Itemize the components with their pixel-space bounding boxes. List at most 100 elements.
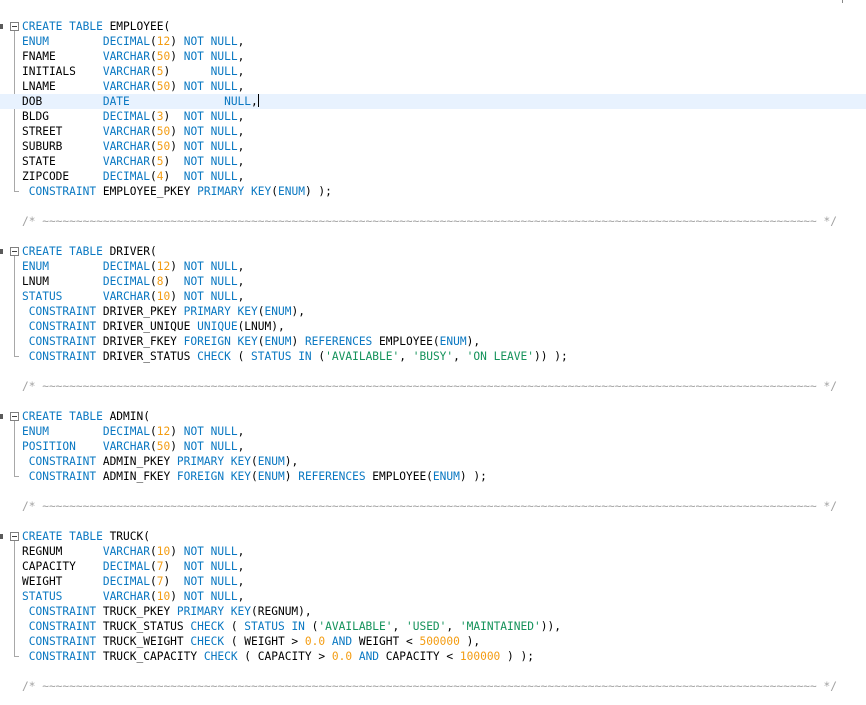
code-token: NOT NULL (183, 125, 238, 138)
code-token: ( (251, 455, 258, 468)
code-line[interactable]: STATUS VARCHAR(10) NOT NULL, (22, 589, 244, 604)
code-token: NULL (224, 95, 252, 108)
code-token: ) (163, 575, 184, 588)
code-line[interactable]: /* ~~~~~~~~~~~~~~~~~~~~~~~~~~~~~~~~~~~~~… (22, 679, 837, 694)
code-line[interactable]: ENUM DECIMAL(12) NOT NULL, (22, 34, 244, 49)
code-line[interactable]: WEIGHT DECIMAL(7) NOT NULL, (22, 574, 244, 589)
code-token: , (237, 560, 245, 573)
code-token: ( (149, 125, 157, 138)
code-token: ) (170, 260, 184, 273)
code-token: CAPACITY (22, 560, 103, 573)
code-token: ) (170, 140, 184, 153)
code-token: 10 (156, 290, 171, 303)
code-token: STREET (22, 125, 103, 138)
code-line[interactable]: STATUS VARCHAR(10) NOT NULL, (22, 289, 244, 304)
code-token: , (237, 575, 245, 588)
code-line[interactable]: CONSTRAINT TRUCK_CAPACITY CHECK ( CAPACI… (22, 649, 534, 664)
code-line[interactable]: CONSTRAINT ADMIN_PKEY PRIMARY KEY(ENUM), (22, 454, 298, 469)
code-token: ( (304, 620, 319, 633)
code-token: ENUM (22, 425, 103, 438)
code-line[interactable]: SUBURB VARCHAR(50) NOT NULL, (22, 139, 244, 154)
code-line[interactable]: DOB DATE NULL, (0, 94, 866, 109)
code-token: NOT NULL (183, 170, 238, 183)
code-line[interactable]: CREATE TABLE EMPLOYEE( (22, 19, 170, 34)
code-line[interactable]: CAPACITY DECIMAL(7) NOT NULL, (22, 559, 244, 574)
code-line[interactable]: CONSTRAINT DRIVER_PKEY PRIMARY KEY(ENUM)… (22, 304, 305, 319)
code-line[interactable]: BLDG DECIMAL(3) NOT NULL, (22, 109, 244, 124)
code-token: , (251, 95, 258, 108)
code-line[interactable]: CONSTRAINT DRIVER_STATUS CHECK ( STATUS … (22, 349, 568, 364)
code-token: DECIMAL (102, 35, 150, 48)
code-line[interactable]: STREET VARCHAR(50) NOT NULL, (22, 124, 244, 139)
code-token: AND (358, 650, 380, 663)
code-line[interactable]: CONSTRAINT ADMIN_FKEY FOREIGN KEY(ENUM) … (22, 469, 487, 484)
code-token: ) (163, 275, 184, 288)
code-line[interactable]: /* ~~~~~~~~~~~~~~~~~~~~~~~~~~~~~~~~~~~~~… (22, 214, 837, 229)
code-token: ) (163, 155, 184, 168)
code-token: 0.0 (331, 650, 353, 663)
collapse-toggle-icon[interactable] (10, 412, 19, 421)
code-line[interactable]: CREATE TABLE DRIVER( (22, 244, 157, 259)
code-token: NOT NULL (183, 560, 238, 573)
code-line[interactable]: CONSTRAINT TRUCK_STATUS CHECK ( STATUS I… (22, 619, 561, 634)
scrollbar-mark (842, 0, 843, 3)
code-line[interactable]: CONSTRAINT TRUCK_WEIGHT CHECK ( WEIGHT >… (22, 634, 480, 649)
code-line[interactable]: ENUM DECIMAL(12) NOT NULL, (22, 259, 244, 274)
code-line[interactable]: POSITION VARCHAR(50) NOT NULL, (22, 439, 244, 454)
code-token: VARCHAR (102, 65, 150, 78)
fold-end (14, 356, 19, 357)
code-line[interactable]: CREATE TABLE TRUCK( (22, 529, 150, 544)
code-line[interactable]: /* ~~~~~~~~~~~~~~~~~~~~~~~~~~~~~~~~~~~~~… (22, 379, 837, 394)
code-token: ) (170, 545, 184, 558)
code-line[interactable]: INITIALS VARCHAR(5) NULL, (22, 64, 244, 79)
code-token: 0.0 (304, 635, 326, 648)
code-token: , (453, 350, 467, 363)
code-token: 50 (156, 125, 171, 138)
code-token: 'ON LEAVE' (466, 350, 534, 363)
code-token: ( (149, 290, 157, 303)
collapse-toggle-icon[interactable] (10, 532, 19, 541)
code-token: , (237, 290, 245, 303)
code-token: ( (257, 305, 265, 318)
code-line[interactable]: CONSTRAINT TRUCK_PKEY PRIMARY KEY(REGNUM… (22, 604, 312, 619)
code-token: PRIMARY KEY (183, 305, 258, 318)
code-token: DECIMAL (102, 260, 150, 273)
code-token: STATUS (22, 290, 103, 303)
code-line[interactable]: FNAME VARCHAR(50) NOT NULL, (22, 49, 244, 64)
code-token: CHECK (203, 650, 238, 663)
code-line[interactable]: ENUM DECIMAL(12) NOT NULL, (22, 424, 244, 439)
code-line[interactable]: ZIPCODE DECIMAL(4) NOT NULL, (22, 169, 244, 184)
code-token: ) (170, 590, 184, 603)
code-token: TRUCK_CAPACITY (96, 650, 204, 663)
code-token: POSITION (22, 440, 103, 453)
code-line[interactable]: REGNUM VARCHAR(10) NOT NULL, (22, 544, 244, 559)
code-token: CREATE TABLE (22, 410, 103, 423)
code-line[interactable]: STATE VARCHAR(5) NOT NULL, (22, 154, 244, 169)
code-line[interactable]: /* ~~~~~~~~~~~~~~~~~~~~~~~~~~~~~~~~~~~~~… (22, 499, 837, 514)
code-line[interactable]: LNUM DECIMAL(8) NOT NULL, (22, 274, 244, 289)
code-token: NOT NULL (183, 155, 238, 168)
code-line[interactable]: CONSTRAINT DRIVER_UNIQUE UNIQUE(LNUM), (22, 319, 285, 334)
code-token: TRUCK_STATUS (96, 620, 191, 633)
code-token: ), (466, 335, 481, 348)
code-token: ENUM (257, 455, 285, 468)
code-line[interactable]: CONSTRAINT DRIVER_FKEY FOREIGN KEY(ENUM)… (22, 334, 480, 349)
code-line[interactable]: CONSTRAINT EMPLOYEE_PKEY PRIMARY KEY(ENU… (22, 184, 332, 199)
code-token: 50 (156, 140, 171, 153)
code-token: TRUCK_PKEY (96, 605, 177, 618)
collapse-toggle-icon[interactable] (10, 247, 19, 256)
code-token: ENUM (257, 470, 285, 483)
code-line[interactable]: CREATE TABLE ADMIN( (22, 409, 150, 424)
code-token: ) ); (500, 650, 534, 663)
code-token: , (237, 440, 245, 453)
code-token: 12 (156, 260, 171, 273)
code-line[interactable]: LNAME VARCHAR(50) NOT NULL, (22, 79, 244, 94)
code-token: , (237, 260, 245, 273)
collapse-toggle-icon[interactable] (10, 22, 19, 31)
code-token: FOREIGN KEY (176, 470, 252, 483)
sql-code-editor[interactable]: CREATE TABLE EMPLOYEE(ENUM DECIMAL(12) N… (0, 0, 866, 705)
code-token: PRIMARY KEY (176, 455, 252, 468)
code-token: VARCHAR (102, 80, 150, 93)
code-token: ENUM (264, 335, 292, 348)
